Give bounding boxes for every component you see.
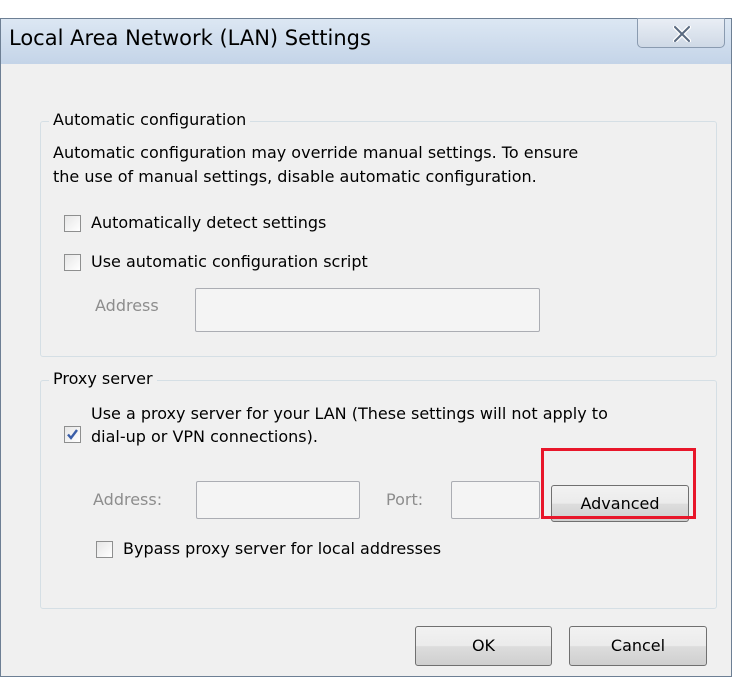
- bypass-local-label[interactable]: Bypass proxy server for local addresses: [123, 538, 441, 560]
- proxy-server-legend: Proxy server: [49, 369, 157, 389]
- use-proxy-label-line2[interactable]: dial-up or VPN connections).: [91, 426, 318, 448]
- auto-script-label[interactable]: Use automatic configuration script: [91, 251, 368, 273]
- use-proxy-checkbox[interactable]: [64, 426, 81, 443]
- checkmark-icon: [67, 429, 78, 440]
- close-button[interactable]: [637, 18, 725, 48]
- ok-button[interactable]: OK: [415, 626, 552, 666]
- close-icon: [673, 26, 691, 42]
- auto-detect-checkbox[interactable]: [64, 215, 81, 232]
- auto-detect-label[interactable]: Automatically detect settings: [91, 212, 326, 234]
- auto-config-description-line1: Automatic configuration may override man…: [53, 143, 579, 162]
- proxy-address-field[interactable]: [196, 481, 360, 519]
- bypass-local-checkbox[interactable]: [96, 541, 113, 558]
- proxy-address-label: Address:: [93, 490, 163, 509]
- auto-config-description-line2: the use of manual settings, disable auto…: [53, 167, 537, 186]
- proxy-port-label: Port:: [386, 490, 424, 509]
- auto-script-address-label: Address: [95, 296, 159, 315]
- title-bar: Local Area Network (LAN) Settings: [1, 18, 731, 64]
- dialog-content: Automatic configuration Automatic config…: [9, 65, 723, 671]
- proxy-port-field[interactable]: [451, 481, 540, 519]
- cancel-button[interactable]: Cancel: [569, 626, 707, 666]
- lan-settings-dialog: Local Area Network (LAN) Settings Automa…: [0, 18, 732, 677]
- use-proxy-label-line1[interactable]: Use a proxy server for your LAN (These s…: [91, 403, 608, 425]
- window-title: Local Area Network (LAN) Settings: [9, 26, 371, 50]
- automatic-configuration-legend: Automatic configuration: [49, 110, 251, 130]
- advanced-button-highlight: [541, 448, 696, 519]
- auto-script-address-field[interactable]: [195, 288, 540, 332]
- auto-script-checkbox[interactable]: [64, 254, 81, 271]
